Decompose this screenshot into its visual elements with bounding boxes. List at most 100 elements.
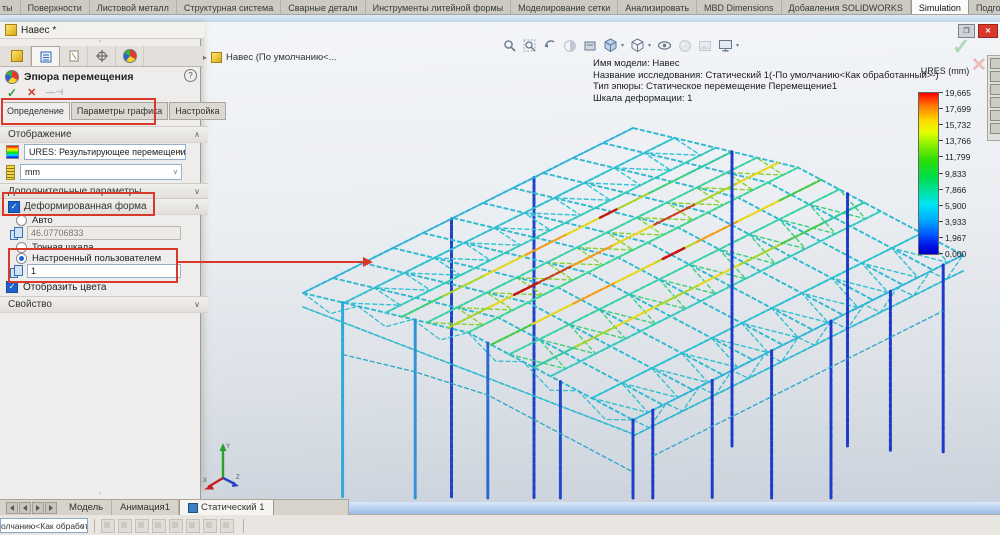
tab-definition[interactable]: Определение bbox=[1, 102, 70, 120]
info-plot-type: Тип эпюры: Статическое перемещение Перем… bbox=[593, 81, 939, 93]
deformed-shape-checkbox[interactable]: ✓ bbox=[8, 201, 20, 213]
chevron-down-icon: ▾ bbox=[648, 42, 651, 49]
appearances-icon[interactable] bbox=[990, 110, 1000, 121]
component-combo-row: URES: Результирующее перемещение ∨ bbox=[0, 143, 206, 161]
status-tool-icon[interactable] bbox=[203, 519, 217, 533]
ribbon-tab[interactable]: ты bbox=[0, 0, 21, 14]
feature-manager-icon bbox=[11, 50, 23, 62]
property-manager-tab[interactable] bbox=[31, 46, 60, 66]
restore-window-button[interactable]: ❐ bbox=[958, 24, 975, 38]
configuration-dropdown[interactable]: олчанию<Как обработан ∨ bbox=[0, 518, 88, 533]
legend-color-bar bbox=[918, 92, 939, 255]
ok-button[interactable]: ✓ bbox=[7, 86, 17, 100]
ribbon-tab[interactable]: Подготовка анализа bbox=[969, 0, 1000, 14]
ribbon-tab[interactable]: Добавления SOLIDWORKS bbox=[782, 0, 911, 14]
close-window-button[interactable]: ✕ bbox=[978, 24, 998, 38]
legend-value: 9,833 bbox=[945, 169, 991, 179]
display-manager-tab[interactable] bbox=[116, 46, 144, 66]
solidworks-window: ты Поверхности Листовой металл Структурн… bbox=[0, 0, 1000, 535]
legend-value: 1,967 bbox=[945, 233, 991, 243]
tab-model[interactable]: Модель bbox=[61, 500, 112, 515]
dynamic-annotation-icon[interactable] bbox=[583, 39, 597, 53]
deformed-shape-header[interactable]: ✓ Деформированная форма ∧ bbox=[0, 198, 208, 215]
collapse-icon: ∧ bbox=[194, 130, 200, 139]
help-icon[interactable]: ? bbox=[184, 69, 197, 82]
status-tool-icon[interactable] bbox=[220, 519, 234, 533]
ribbon-tab[interactable]: Листовой металл bbox=[90, 0, 177, 14]
collapse-icon: ∧ bbox=[194, 202, 200, 211]
ribbon-tab[interactable]: Инструменты литейной формы bbox=[366, 0, 512, 14]
zoom-area-icon[interactable] bbox=[523, 39, 537, 53]
ribbon-tab[interactable]: Сварные детали bbox=[281, 0, 365, 14]
show-colors-checkbox[interactable]: ✓ bbox=[6, 281, 18, 293]
tab-scroll-buttons bbox=[0, 500, 61, 515]
ribbon-tab[interactable]: MBD Dimensions bbox=[697, 0, 782, 14]
tab-static-study[interactable]: Статический 1 bbox=[179, 500, 274, 515]
status-tool-icon[interactable] bbox=[169, 519, 183, 533]
divider bbox=[243, 519, 244, 533]
units-combobox[interactable]: mm ∨ bbox=[20, 164, 182, 180]
ribbon-tab[interactable]: Поверхности bbox=[21, 0, 90, 14]
dimxpert-manager-tab[interactable] bbox=[88, 46, 116, 66]
hide-show-items-icon[interactable] bbox=[657, 39, 672, 52]
true-scale-radio[interactable] bbox=[16, 242, 27, 253]
zoom-fit-icon[interactable] bbox=[503, 39, 517, 53]
configuration-manager-tab[interactable] bbox=[60, 46, 88, 66]
confirm-cancel-corner-button[interactable]: ✕ bbox=[971, 54, 987, 77]
tab-settings[interactable]: Настройка bbox=[169, 102, 225, 120]
cancel-button[interactable]: ✕ bbox=[27, 86, 36, 99]
design-library-icon[interactable] bbox=[990, 71, 1000, 82]
view-orientation-icon[interactable] bbox=[603, 38, 618, 53]
file-explorer-icon[interactable] bbox=[990, 84, 1000, 95]
ribbon-tab[interactable]: Анализировать bbox=[618, 0, 697, 14]
status-tool-icon[interactable] bbox=[186, 519, 200, 533]
ribbon-tab-simulation-active[interactable]: Simulation bbox=[911, 0, 969, 14]
chevron-down-icon: ▾ bbox=[621, 42, 624, 49]
edit-appearance-icon[interactable] bbox=[678, 39, 692, 53]
home-icon[interactable] bbox=[990, 58, 1000, 69]
view-palette-icon[interactable] bbox=[990, 97, 1000, 108]
auto-radio[interactable] bbox=[16, 215, 27, 226]
result-fringe-icon bbox=[6, 145, 19, 159]
user-defined-radio[interactable] bbox=[16, 253, 27, 264]
component-combobox[interactable]: URES: Результирующее перемещение ∨ bbox=[24, 144, 186, 160]
property-section-header[interactable]: Свойство ∨ bbox=[0, 296, 208, 313]
user-scale-field[interactable] bbox=[27, 264, 181, 278]
flyout-label: Навес (По умолчанию<... bbox=[226, 52, 337, 63]
display-style-icon[interactable] bbox=[630, 38, 645, 53]
flyout-expand-icon: ▸ bbox=[203, 53, 207, 62]
plot-info-text: Имя модели: Навес Название исследования:… bbox=[593, 58, 939, 104]
next-tab-button[interactable] bbox=[32, 502, 44, 514]
feature-tree-flyout[interactable]: ▸ Навес (По умолчанию<... bbox=[203, 52, 337, 63]
last-tab-button[interactable] bbox=[45, 502, 57, 514]
ribbon-tab[interactable]: Структурная система bbox=[177, 0, 281, 14]
display-section-header[interactable]: Отображение ∧ bbox=[0, 126, 208, 143]
first-tab-button[interactable] bbox=[6, 502, 18, 514]
prev-tab-button[interactable] bbox=[19, 502, 31, 514]
status-tool-icon[interactable] bbox=[118, 519, 132, 533]
info-deformation-scale: Шкала деформации: 1 bbox=[593, 93, 939, 105]
ribbon-tab[interactable]: Моделирование сетки bbox=[511, 0, 618, 14]
graphics-area[interactable]: ▸ Навес (По умолчанию<... ▾ ▾ ▾ Имя моде… bbox=[200, 22, 1000, 520]
units-ruler-icon bbox=[6, 165, 15, 180]
pin-icon[interactable]: —⊣ bbox=[46, 87, 63, 98]
tab-motion-study[interactable]: Анимация1 bbox=[112, 500, 179, 515]
assembly-icon bbox=[211, 52, 222, 63]
status-tool-icon[interactable] bbox=[152, 519, 166, 533]
auto-scale-field[interactable] bbox=[27, 226, 181, 240]
view-settings-icon[interactable] bbox=[718, 39, 733, 52]
apply-scene-icon[interactable] bbox=[698, 39, 712, 53]
previous-view-icon[interactable] bbox=[543, 39, 557, 53]
display-manager-icon bbox=[123, 49, 137, 63]
command-manager-tabs: ты Поверхности Листовой металл Структурн… bbox=[0, 0, 1000, 15]
status-bar: олчанию<Как обработан ∨ bbox=[0, 514, 1000, 535]
panel-splitter-grip[interactable]: ◦ bbox=[0, 38, 200, 46]
orientation-triad: Y X Z bbox=[202, 434, 248, 492]
section-view-icon[interactable] bbox=[563, 39, 577, 53]
custom-properties-icon[interactable] bbox=[990, 123, 1000, 134]
feature-manager-tab[interactable] bbox=[3, 46, 31, 66]
legend-value: 0,000 bbox=[945, 249, 991, 259]
tab-chart-options[interactable]: Параметры графика bbox=[71, 102, 168, 120]
status-tool-icon[interactable] bbox=[135, 519, 149, 533]
status-tool-icon[interactable] bbox=[101, 519, 115, 533]
